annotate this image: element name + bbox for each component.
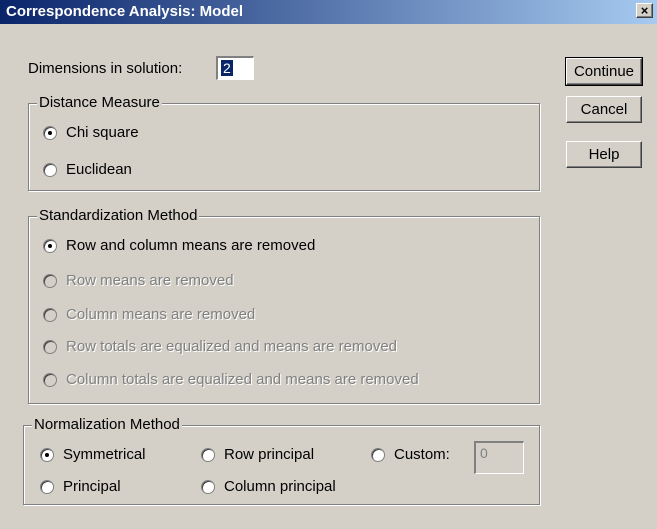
dimensions-label: Dimensions in solution:	[28, 60, 183, 77]
cancel-button[interactable]: Cancel	[566, 96, 642, 123]
radio-label: Row principal	[224, 446, 315, 463]
radio-column-totals-equalized: Column totals are equalized and means ar…	[43, 371, 419, 388]
radio-label: Custom:	[394, 446, 450, 463]
radio-row-principal[interactable]: Row principal	[201, 446, 314, 463]
radio-row-totals-equalized: Row totals are equalized and means are r…	[43, 338, 397, 355]
radio-disabled-icon	[43, 273, 57, 288]
radio-selected-icon	[43, 125, 57, 140]
radio-disabled-icon	[43, 307, 57, 322]
radio-label: Column means are removed	[66, 306, 256, 323]
radio-column-principal[interactable]: Column principal	[201, 478, 336, 495]
radio-label: Principal	[63, 478, 121, 495]
radio-chi-square[interactable]: Chi square	[43, 124, 139, 141]
radio-label: Euclidean	[66, 161, 132, 178]
radio-selected-icon	[43, 238, 57, 253]
window-title: Correspondence Analysis: Model	[6, 3, 243, 20]
radio-unselected-icon	[201, 447, 215, 462]
normalization-method-group: Normalization Method Symmetrical Row pri…	[23, 416, 540, 505]
dimensions-input[interactable]: 2	[216, 56, 254, 80]
radio-selected-icon	[40, 447, 54, 462]
radio-unselected-icon	[40, 479, 54, 494]
radio-label: Row means are removed	[66, 272, 234, 289]
radio-symmetrical[interactable]: Symmetrical	[40, 446, 146, 463]
distance-measure-group: Distance Measure Chi square Euclidean	[28, 94, 540, 191]
help-button[interactable]: Help	[566, 141, 642, 168]
radio-label: Chi square	[66, 124, 139, 141]
radio-custom[interactable]: Custom:	[371, 446, 450, 463]
dimensions-value: 2	[221, 60, 233, 76]
normalization-method-legend: Normalization Method	[32, 416, 182, 433]
radio-label: Row and column means are removed	[66, 237, 316, 254]
continue-button[interactable]: Continue	[565, 57, 643, 86]
radio-label: Row totals are equalized and means are r…	[66, 338, 398, 355]
title-bar: Correspondence Analysis: Model ×	[0, 0, 657, 24]
radio-column-means-removed: Column means are removed	[43, 306, 255, 323]
radio-label: Column principal	[224, 478, 336, 495]
radio-label: Symmetrical	[63, 446, 146, 463]
radio-unselected-icon	[43, 162, 57, 177]
distance-measure-legend: Distance Measure	[37, 94, 162, 111]
standardization-method-group: Standardization Method Row and column me…	[28, 207, 540, 404]
radio-unselected-icon	[201, 479, 215, 494]
radio-row-column-means-removed[interactable]: Row and column means are removed	[43, 237, 315, 254]
custom-value: 0	[480, 445, 488, 461]
radio-principal[interactable]: Principal	[40, 478, 121, 495]
standardization-method-legend: Standardization Method	[37, 207, 200, 224]
radio-unselected-icon	[371, 447, 385, 462]
radio-row-means-removed: Row means are removed	[43, 272, 234, 289]
close-icon: ×	[640, 3, 649, 18]
radio-label: Column totals are equalized and means ar…	[66, 371, 419, 388]
radio-disabled-icon	[43, 339, 57, 354]
radio-disabled-icon	[43, 372, 57, 387]
custom-value-input: 0	[474, 441, 524, 474]
close-button[interactable]: ×	[636, 3, 653, 18]
radio-euclidean[interactable]: Euclidean	[43, 161, 132, 178]
